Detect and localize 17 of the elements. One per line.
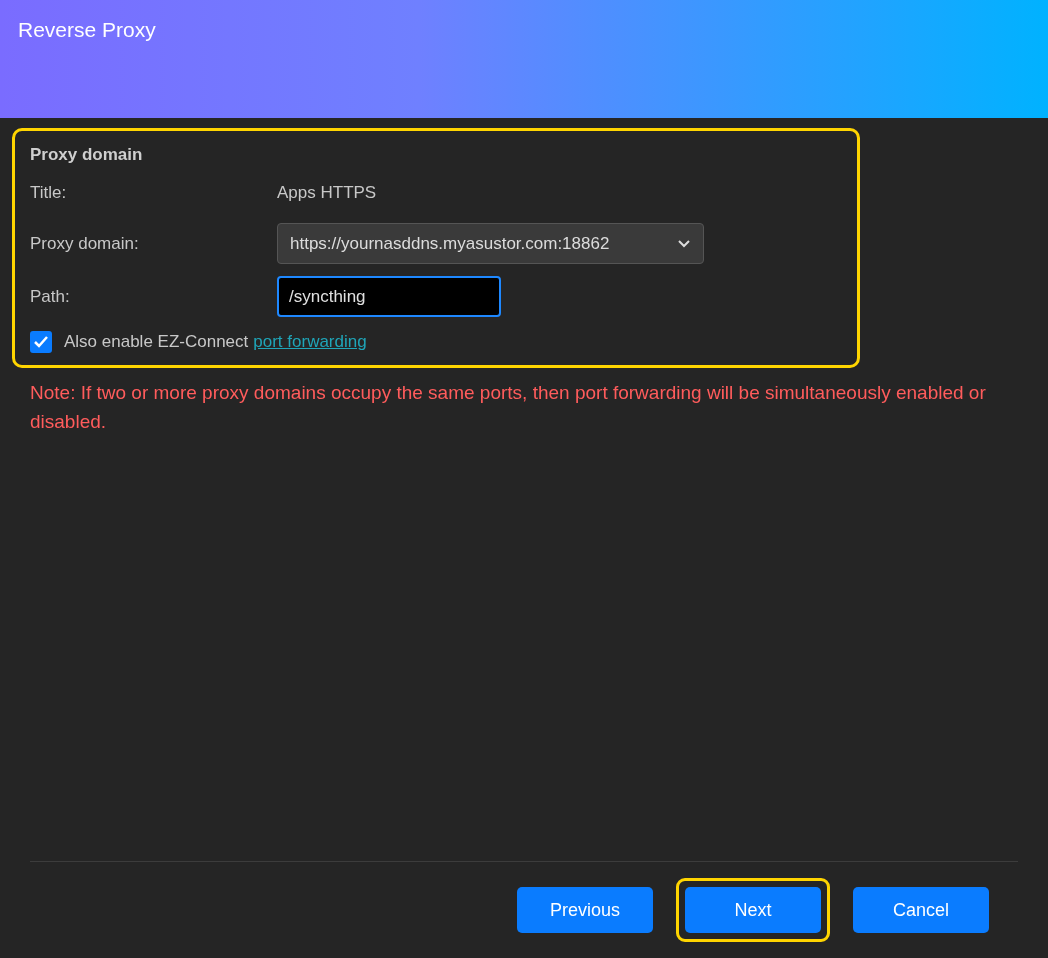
section-heading: Proxy domain — [30, 145, 144, 165]
path-input[interactable]: /syncthing — [277, 276, 501, 317]
port-forwarding-link[interactable]: port forwarding — [253, 332, 367, 352]
dialog-button[interactable]: Cancel — [853, 887, 989, 933]
checkbox-label: Also enable EZ-Connect — [64, 332, 249, 352]
field-value: Apps HTTPS — [277, 183, 378, 203]
field-label: Proxy domain: — [30, 233, 140, 254]
domain-dropdown[interactable]: https://yournasddns.myasustor.com:18862 — [277, 223, 704, 264]
note-text: Note: If two or more proxy domains occupy the same ports, then port forwarding will be simultaneously enabled or disabled. — [30, 381, 987, 434]
checkmark-icon — [33, 335, 49, 349]
dialog-button[interactable]: Next — [685, 887, 821, 933]
dialog-title: Reverse Proxy — [18, 18, 157, 42]
field-label: Path: — [30, 286, 71, 307]
dialog-button[interactable]: Previous — [517, 887, 653, 933]
checkbox[interactable] — [30, 331, 52, 353]
chevron-down-icon — [677, 239, 691, 248]
field-label: Title: — [30, 183, 68, 203]
